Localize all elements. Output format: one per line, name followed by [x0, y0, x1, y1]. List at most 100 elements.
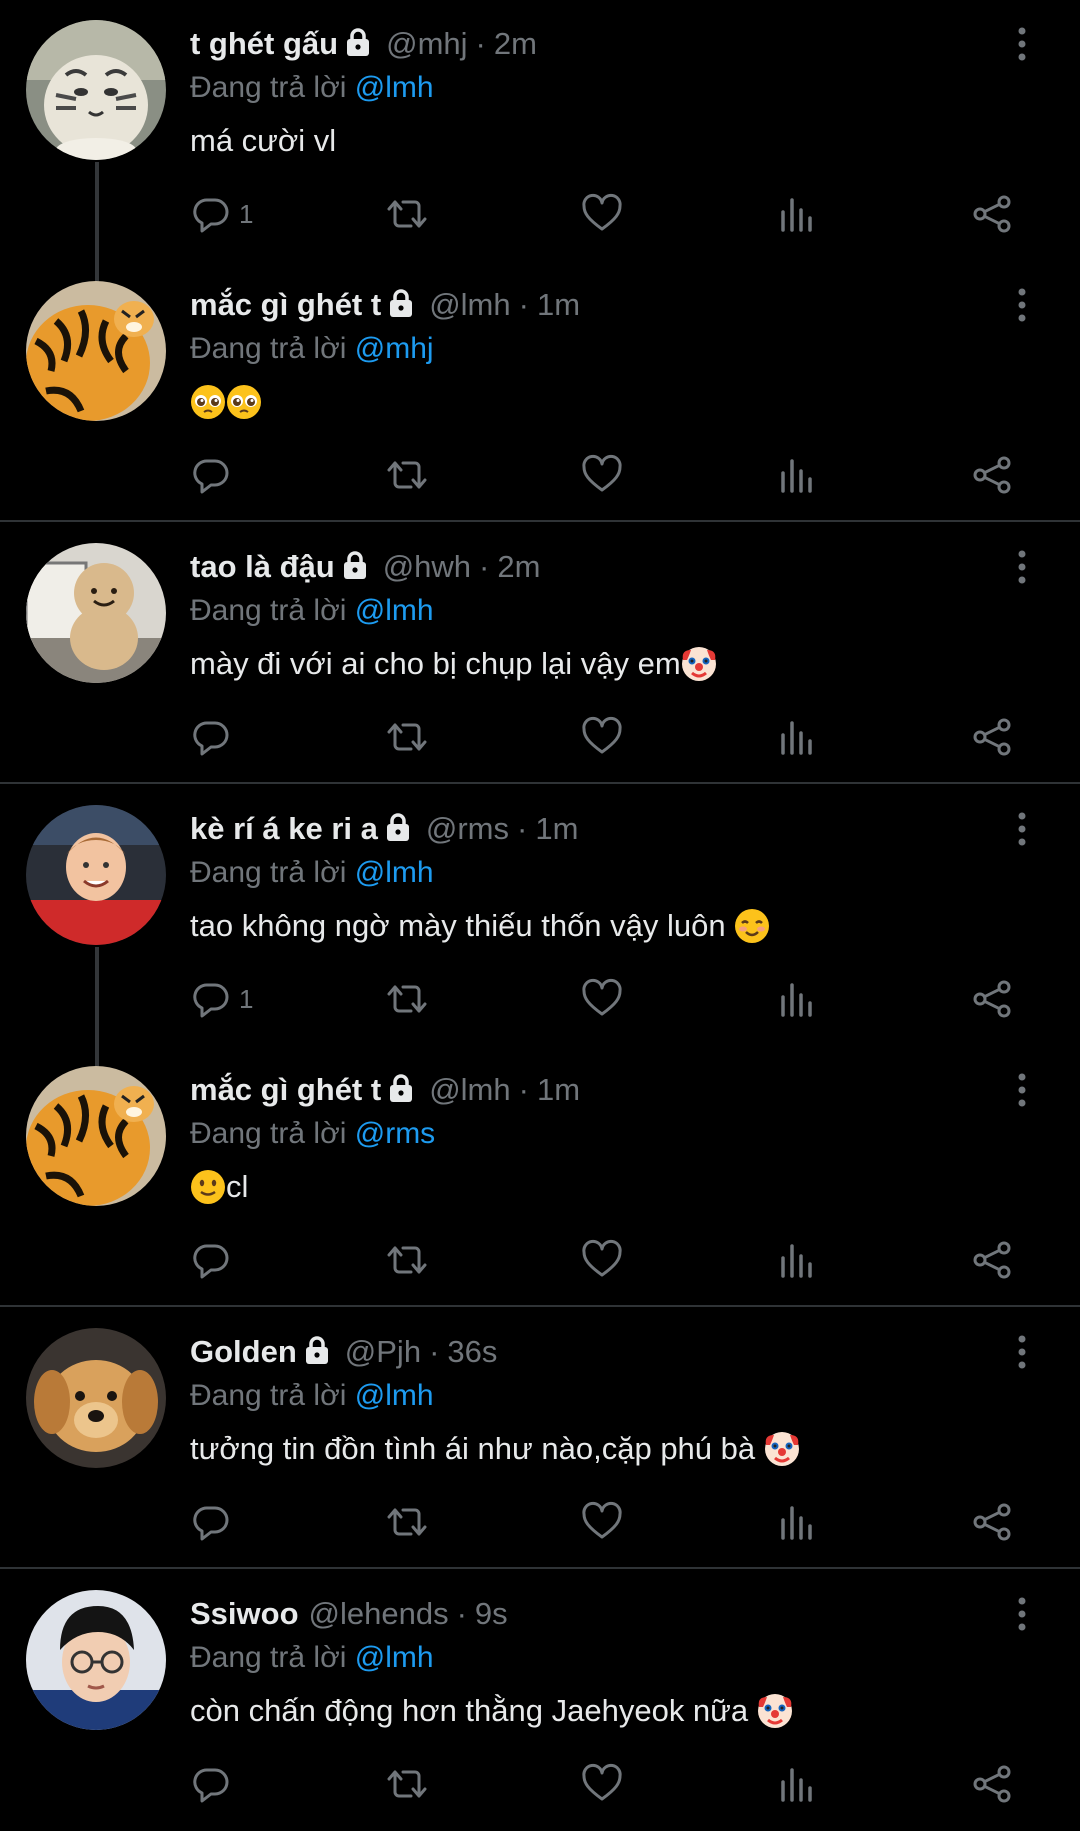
reply-button[interactable]	[189, 1236, 239, 1284]
tweet[interactable]: t ghét gấu @mhj · 2m Đang trả lời @lmh m…	[0, 0, 1080, 282]
views-button[interactable]	[775, 975, 819, 1023]
retweet-button[interactable]	[385, 1498, 429, 1546]
reply-button[interactable]	[189, 451, 239, 499]
avatar[interactable]	[26, 1590, 166, 1730]
white-tiger-avatar-image	[26, 20, 166, 160]
action-bar: 1	[0, 975, 1080, 1023]
heart-icon	[582, 193, 622, 231]
like-button[interactable]	[580, 975, 624, 1023]
more-options-icon[interactable]	[1012, 811, 1032, 847]
mention-link[interactable]: @lmh	[355, 594, 434, 627]
views-button[interactable]	[775, 1236, 819, 1284]
display-name[interactable]: t ghét gấu	[190, 22, 338, 66]
reply-count: 1	[239, 198, 254, 229]
avatar[interactable]	[26, 281, 166, 421]
user-handle[interactable]: @lmh	[429, 1068, 510, 1112]
tweet[interactable]: tao là đậu @hwh · 2m Đang trả lời @lmh m…	[0, 523, 1080, 784]
mention-link[interactable]: @mhj	[355, 332, 434, 365]
more-options-icon[interactable]	[1012, 1072, 1032, 1108]
reply-icon	[193, 721, 229, 756]
share-button[interactable]	[970, 1760, 1014, 1808]
timestamp[interactable]: 36s	[447, 1330, 497, 1374]
tweet[interactable]: mắc gì ghét t @lmh · 1m Đang trả lời @mh…	[0, 261, 1080, 522]
display-name[interactable]: Golden	[190, 1330, 297, 1374]
more-options-icon[interactable]	[1012, 549, 1032, 585]
share-button[interactable]	[970, 1236, 1014, 1284]
action-bar	[0, 713, 1080, 761]
retweet-button[interactable]	[385, 451, 429, 499]
display-name[interactable]: Ssiwoo	[190, 1592, 299, 1636]
reply-button[interactable]	[189, 1760, 239, 1808]
views-button[interactable]	[775, 1760, 819, 1808]
like-button[interactable]	[580, 190, 624, 238]
more-options-icon[interactable]	[1012, 1596, 1032, 1632]
share-button[interactable]	[970, 451, 1014, 499]
share-button[interactable]	[970, 190, 1014, 238]
user-handle[interactable]: @rms	[426, 807, 509, 851]
like-button[interactable]	[580, 713, 624, 761]
user-handle[interactable]: @mhj	[386, 22, 467, 66]
share-button[interactable]	[970, 1498, 1014, 1546]
timestamp[interactable]: 9s	[475, 1592, 508, 1636]
views-button[interactable]	[775, 451, 819, 499]
tweet[interactable]: mắc gì ghét t @lmh · 1m Đang trả lời @rm…	[0, 1046, 1080, 1307]
reply-button[interactable]: 1	[189, 190, 253, 238]
retweet-icon	[387, 1770, 427, 1798]
reply-button[interactable]	[189, 1498, 239, 1546]
retweet-button[interactable]	[385, 975, 429, 1023]
avatar[interactable]	[26, 20, 166, 160]
reply-button[interactable]	[189, 713, 239, 761]
share-button[interactable]	[970, 713, 1014, 761]
retweet-button[interactable]	[385, 1236, 429, 1284]
display-name[interactable]: mắc gì ghét t	[190, 283, 381, 327]
tweet[interactable]: kè rí á ke ri a @rms · 1m Đang trả lời @…	[0, 785, 1080, 1067]
like-button[interactable]	[580, 1498, 624, 1546]
views-button[interactable]	[775, 190, 819, 238]
like-button[interactable]	[580, 1236, 624, 1284]
tweet[interactable]: Golden @Pjh · 36s Đang trả lời @lmh tưởn…	[0, 1308, 1080, 1569]
avatar[interactable]	[26, 805, 166, 945]
timestamp[interactable]: 1m	[535, 807, 578, 851]
analytics-icon	[781, 721, 812, 755]
like-button[interactable]	[580, 451, 624, 499]
display-name[interactable]: mắc gì ghét t	[190, 1068, 381, 1112]
user-handle[interactable]: @lmh	[429, 283, 510, 327]
mention-link[interactable]: @rms	[355, 1117, 435, 1150]
more-options-icon[interactable]	[1012, 1334, 1032, 1370]
retweet-button[interactable]	[385, 1760, 429, 1808]
retweet-button[interactable]	[385, 713, 429, 761]
views-button[interactable]	[775, 1498, 819, 1546]
like-button[interactable]	[580, 1760, 624, 1808]
timestamp[interactable]: 2m	[497, 545, 540, 589]
lock-icon	[384, 812, 412, 842]
retweet-icon	[387, 985, 427, 1013]
lock-icon	[387, 1073, 415, 1103]
user-handle[interactable]: @Pjh	[345, 1330, 421, 1374]
tweet[interactable]: Ssiwoo @lehends · 9s Đang trả lời @lmh c…	[0, 1570, 1080, 1831]
tweet-text-content: mày đi với ai cho bị chụp lại vậy em	[190, 646, 681, 681]
timestamp[interactable]: 1m	[537, 283, 580, 327]
timestamp[interactable]: 2m	[494, 22, 537, 66]
user-handle[interactable]: @lehends	[309, 1592, 449, 1636]
pleading-face-emoji	[226, 384, 262, 420]
avatar[interactable]	[26, 543, 166, 683]
user-handle[interactable]: @hwh	[383, 545, 471, 589]
timestamp[interactable]: 1m	[537, 1068, 580, 1112]
reply-button[interactable]: 1	[189, 975, 253, 1023]
more-options-icon[interactable]	[1012, 26, 1032, 62]
mention-link[interactable]: @lmh	[355, 1641, 434, 1674]
lock-icon	[344, 27, 372, 57]
mention-link[interactable]: @lmh	[355, 1379, 434, 1412]
display-name[interactable]: kè rí á ke ri a	[190, 807, 378, 851]
share-button[interactable]	[970, 975, 1014, 1023]
retweet-button[interactable]	[385, 190, 429, 238]
avatar[interactable]	[26, 1328, 166, 1468]
mention-link[interactable]: @lmh	[355, 71, 434, 104]
views-button[interactable]	[775, 713, 819, 761]
more-options-icon[interactable]	[1012, 287, 1032, 323]
display-name[interactable]: tao là đậu	[190, 545, 335, 589]
share-icon	[973, 1503, 1011, 1541]
mention-link[interactable]: @lmh	[355, 856, 434, 889]
avatar[interactable]	[26, 1066, 166, 1206]
retweet-icon	[387, 461, 427, 489]
